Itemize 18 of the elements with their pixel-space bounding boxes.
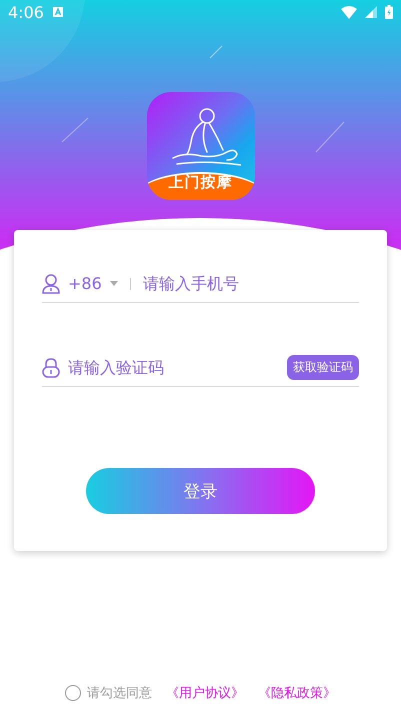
login-button[interactable]: 登录 [86,468,315,514]
notification-icon [52,6,64,18]
send-code-button[interactable]: 获取验证码 [287,355,359,380]
country-code[interactable]: +86 [68,274,102,293]
signal-icon [365,6,377,18]
person-icon [42,274,60,294]
lock-icon [42,358,60,378]
agreement-link[interactable]: 《用户协议》 [166,684,244,702]
code-field[interactable]: 请输入验证码 获取验证码 [42,349,359,387]
wifi-icon [341,6,357,18]
caret-icon[interactable] [110,281,118,286]
agreement-link[interactable]: 《隐私政策》 [258,684,336,702]
agree-radio[interactable] [65,685,81,701]
agreement-text: 请勾选同意 [87,685,152,702]
battery-icon [385,5,393,19]
phone-field[interactable]: +86 请输入手机号 [42,265,359,303]
status-time: 4:06 [8,2,44,22]
app-name: 上门按摩 [168,173,234,192]
